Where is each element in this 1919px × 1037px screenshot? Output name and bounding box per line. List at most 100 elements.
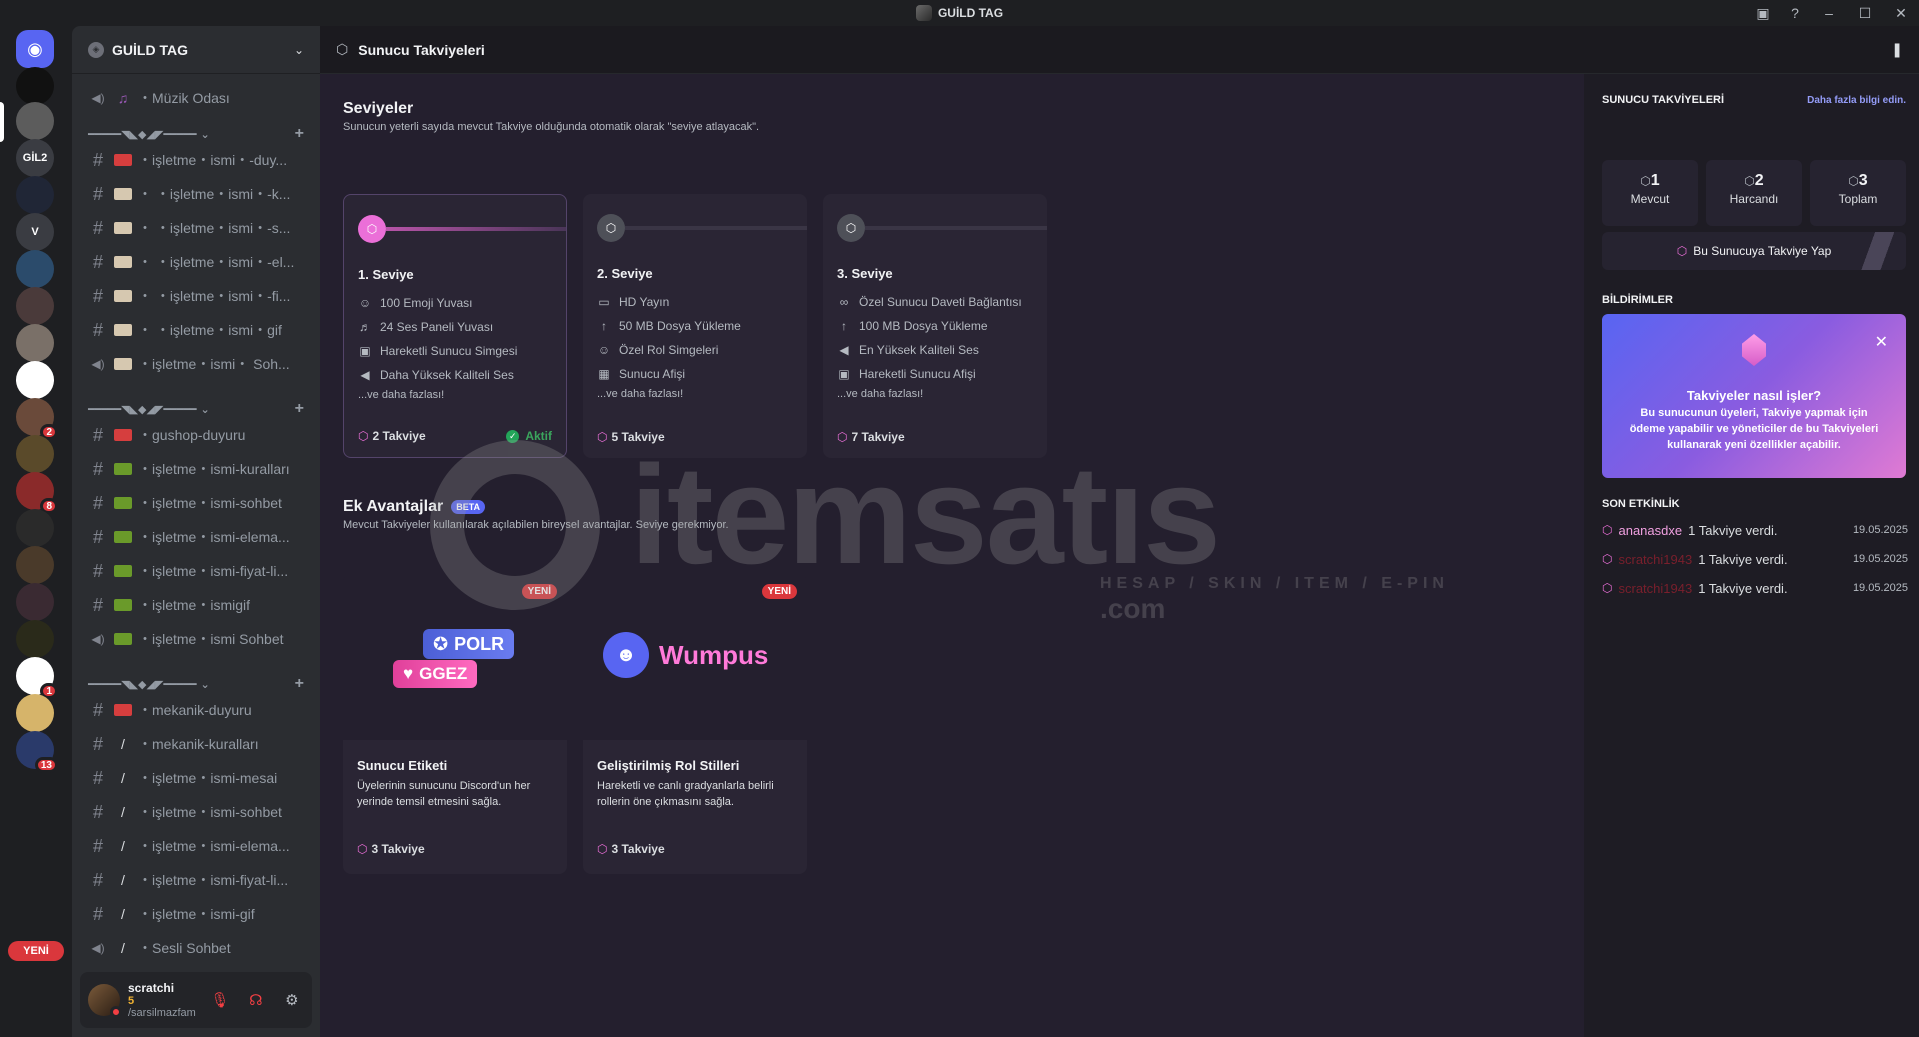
perk-card-server-tag[interactable]: YENİ ✪ POLR ♥ GGEZ Sunucu Etiketi Üyelerin…: [343, 574, 567, 874]
channel-item[interactable]: ◀) ・işletme・ismi Sohbet: [80, 623, 312, 655]
server-icon[interactable]: [16, 435, 54, 473]
help-icon[interactable]: ?: [1779, 0, 1811, 26]
activity-user[interactable]: scratchi1943: [1618, 552, 1692, 567]
channel-item[interactable]: # ・işletme・ismi-fiyat-li...: [80, 555, 312, 587]
channel-emoji-icon: [114, 154, 132, 166]
activity-user[interactable]: scratchi1943: [1618, 581, 1692, 596]
channel-item[interactable]: # ・ ・işletme・ismi・-s...: [80, 212, 312, 244]
stat-value: ⬡3: [1810, 172, 1906, 190]
channel-item[interactable]: ◀) / ・Sesli Sohbet: [80, 932, 312, 964]
add-channel-icon[interactable]: +: [295, 125, 304, 143]
tag-polr-text: POLR: [454, 633, 505, 654]
tier-status-text: Aktif: [525, 429, 552, 443]
guild-header[interactable]: ◈ GUİLD TAG ⌄: [72, 26, 320, 74]
tier-card-1[interactable]: ⬡ 1. Seviye ☺ 100 Emoji Yuvası ♬ 24 Ses Panel…: [343, 194, 567, 458]
deafen-icon[interactable]: ☊: [240, 984, 272, 1016]
server-icon[interactable]: [16, 361, 54, 399]
server-icon[interactable]: 8: [16, 472, 58, 514]
gear-icon[interactable]: ⚙: [276, 984, 308, 1016]
channel-item[interactable]: # ・ ・işletme・ismi・-k...: [80, 178, 312, 210]
channel-item[interactable]: # / ・işletme・ismi-mesai: [80, 762, 312, 794]
channel-item[interactable]: # / ・mekanik-kuralları: [80, 728, 312, 760]
channel-item[interactable]: # / ・işletme・ismi-sohbet: [80, 796, 312, 828]
channel-item[interactable]: ◀) ♫ ・Müzik Odası: [80, 82, 312, 114]
add-channel-icon[interactable]: +: [295, 675, 304, 693]
category-header[interactable]: ━━━━━◥◣◆◢◤━━━━━ ⌄ +: [80, 397, 312, 421]
hash-icon: #: [92, 149, 103, 170]
channel-item[interactable]: # / ・işletme・ismi-elema...: [80, 830, 312, 862]
server-icon[interactable]: 2: [16, 398, 58, 440]
stat-value: ⬡2: [1706, 172, 1802, 190]
channel-item[interactable]: # ・işletme・ismigif: [80, 589, 312, 621]
tier-cost-text: 5 Takviye: [611, 430, 665, 444]
bookmark-icon[interactable]: ❚: [1891, 41, 1903, 58]
channel-item[interactable]: ◀) ・işletme・ismi・ Soh...: [80, 348, 312, 380]
channel-item[interactable]: # / ・işletme・ismi-fiyat-li...: [80, 864, 312, 896]
server-icon[interactable]: [16, 250, 54, 288]
server-icon[interactable]: V: [16, 213, 54, 251]
channel-item[interactable]: # ・mekanik-duyuru: [80, 694, 312, 726]
stat-label: Harcandı: [1729, 192, 1779, 206]
channel-name: ・işletme・ismi-elema...: [138, 529, 290, 545]
server-icon[interactable]: [16, 620, 54, 658]
close-icon[interactable]: ✕: [1875, 332, 1888, 352]
channel-item[interactable]: # ・ ・işletme・ismi・-el...: [80, 246, 312, 278]
server-icon[interactable]: [16, 176, 54, 214]
server-icon[interactable]: 1: [16, 657, 58, 699]
user-info[interactable]: scratchi 5 /sarsilmazfam: [128, 981, 196, 1019]
inbox-icon[interactable]: ▣: [1747, 0, 1779, 26]
channel-name: ・ ・işletme・ismi・-el...: [138, 254, 295, 270]
server-icon[interactable]: GİL2: [16, 139, 54, 177]
close-button[interactable]: ✕: [1883, 0, 1919, 26]
tier-cost: ⬡ 5 Takviye: [597, 430, 665, 444]
category-header[interactable]: ━━━━━◥◣◆◢◤━━━━━ ⌄ +: [80, 122, 312, 146]
channel-item[interactable]: # ・işletme・ismi・-duy...: [80, 144, 312, 176]
channel-item[interactable]: # ・gushop-duyuru: [80, 419, 312, 451]
server-icon[interactable]: [16, 287, 54, 325]
boost-server-button[interactable]: ⬡ Bu Sunucuya Takviye Yap: [1602, 232, 1906, 270]
tier-card-2[interactable]: ⬡ 2. Seviye ▭ HD Yayın ↑ 50 MB Dosya Yükleme ☺…: [583, 194, 807, 458]
server-icon[interactable]: [16, 509, 54, 547]
channel-item[interactable]: # ・ ・işletme・ismi・-fi...: [80, 280, 312, 312]
hash-icon: #: [92, 526, 103, 547]
minimize-button[interactable]: –: [1811, 0, 1847, 26]
server-icon[interactable]: [16, 694, 54, 732]
boost-button-label: Bu Sunucuya Takviye Yap: [1693, 244, 1832, 258]
channel-item[interactable]: # ・işletme・ismi-sohbet: [80, 487, 312, 519]
activity-date: 19.05.2025: [1852, 524, 1908, 536]
maximize-button[interactable]: ☐: [1847, 0, 1883, 26]
activity-user[interactable]: ananasdxe: [1618, 523, 1682, 538]
channel-item[interactable]: # / ・işletme・ismi-gif: [80, 898, 312, 930]
perk-text: Sunucu Afişi: [619, 367, 686, 381]
server-icon[interactable]: [16, 67, 54, 105]
channel-item[interactable]: # ・işletme・ismi-elema...: [80, 521, 312, 553]
add-channel-icon[interactable]: +: [295, 400, 304, 418]
channel-item[interactable]: # ・işletme・ismi-kuralları: [80, 453, 312, 485]
server-icon[interactable]: [16, 102, 54, 140]
tier-cost: ⬡ 7 Takviye: [837, 430, 905, 444]
discord-home-icon[interactable]: ◉: [16, 30, 54, 68]
channel-item[interactable]: # ・ ・işletme・ismi・gif: [80, 314, 312, 346]
boost-gem-icon: ⬡: [597, 842, 608, 856]
avatar[interactable]: [88, 984, 122, 1018]
tier-perk-list: ☺ 100 Emoji Yuvası ♬ 24 Ses Paneli Yuvası ▣ H…: [358, 291, 517, 401]
channel-emoji-icon: [114, 497, 132, 509]
boost-gem-icon: ⬡: [358, 429, 369, 443]
learn-more-link[interactable]: Daha fazla bilgi edin.: [1807, 95, 1906, 106]
beta-badge: BETA: [451, 500, 486, 514]
tier-card-3[interactable]: ⬡ 3. Seviye ∞ Özel Sunucu Daveti Bağlantısı…: [823, 194, 1047, 458]
channel-emoji-icon: [114, 463, 132, 475]
server-icon[interactable]: [16, 583, 54, 621]
server-icon[interactable]: [16, 546, 54, 584]
mute-mic-icon[interactable]: 🎙︎: [204, 984, 236, 1016]
perk-card-role-styles[interactable]: YENİ ☻ Wumpus Geliştirilmiş Rol Stilleri…: [583, 574, 807, 874]
channel-name: ・işletme・ismigif: [138, 597, 251, 613]
new-badge[interactable]: YENİ: [8, 941, 64, 961]
server-icon[interactable]: 13: [16, 731, 58, 773]
channel-name: ・işletme・ismi-fiyat-li...: [138, 563, 289, 579]
perk-item: ▣ Hareketli Sunucu Simgesi: [358, 339, 517, 363]
category-header[interactable]: ━━━━━◥◣◆◢◤━━━━━ ⌄ +: [80, 672, 312, 696]
wumpus-text: Wumpus: [659, 639, 769, 670]
server-icon[interactable]: [16, 324, 54, 362]
channel-name: ・ ・işletme・ismi・gif: [138, 322, 282, 338]
